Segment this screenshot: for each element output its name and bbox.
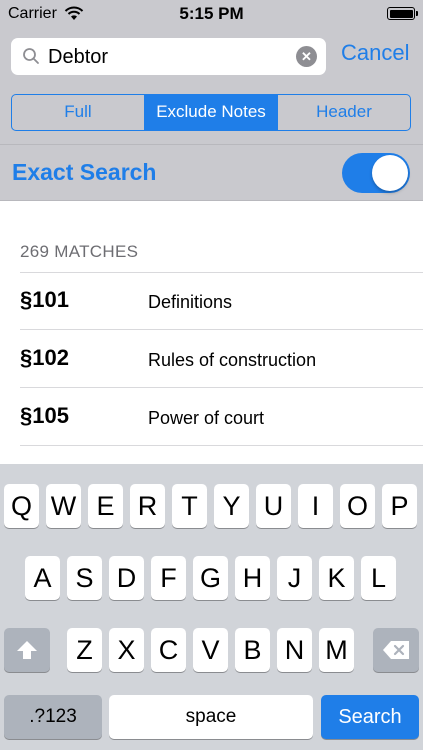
result-section: §102 [20,345,69,370]
key-r[interactable]: R [130,484,165,528]
status-time: 5:15 PM [179,4,244,23]
key-t[interactable]: T [172,484,207,528]
key-x[interactable]: X [109,628,144,672]
match-count: 269 MATCHES [20,242,139,261]
exact-search-toggle[interactable] [342,153,410,193]
key-e[interactable]: E [88,484,123,528]
key-v[interactable]: V [193,628,228,672]
key-f[interactable]: F [151,556,186,600]
key-l[interactable]: L [361,556,396,600]
result-title: Power of court [148,408,265,428]
result-row[interactable]: §102 Rules of construction [0,331,423,389]
key-i[interactable]: I [298,484,333,528]
result-title: Definitions [148,292,233,312]
key-o[interactable]: O [340,484,375,528]
numbers-key[interactable]: .?123 [4,695,102,739]
key-k[interactable]: K [319,556,354,600]
key-a[interactable]: A [25,556,60,600]
segment-full[interactable]: Full [12,95,145,130]
backspace-icon [383,641,409,659]
key-s[interactable]: S [67,556,102,600]
search-key[interactable]: Search [321,695,419,739]
segment-exclude-notes[interactable]: Exclude Notes [145,95,278,130]
battery-icon [387,7,418,20]
divider [20,329,423,330]
key-q[interactable]: Q [4,484,39,528]
space-key[interactable]: space [109,695,313,739]
search-icon [22,47,40,70]
key-p[interactable]: P [382,484,417,528]
shift-key[interactable] [4,628,50,672]
key-n[interactable]: N [277,628,312,672]
search-input[interactable]: Debtor ✕ [11,38,326,75]
key-g[interactable]: G [193,556,228,600]
key-b[interactable]: B [235,628,270,672]
shift-arrow-icon [17,641,37,659]
key-h[interactable]: H [235,556,270,600]
key-u[interactable]: U [256,484,291,528]
search-value: Debtor [48,46,109,68]
segment-header[interactable]: Header [278,95,410,130]
result-row[interactable]: §101 Definitions [0,273,423,331]
keyboard: Q W E R T Y U I O P A S D F G H J K L Z … [0,464,423,750]
result-section: §105 [20,403,69,428]
key-z[interactable]: Z [67,628,102,672]
exact-search-label: Exact Search [12,159,157,185]
status-bar: Carrier 5:15 PM [0,0,423,28]
exact-search-row: Exact Search [0,144,423,201]
toggle-knob [372,155,408,191]
divider [20,387,423,388]
key-w[interactable]: W [46,484,81,528]
divider [20,445,423,446]
key-j[interactable]: J [277,556,312,600]
delete-key[interactable] [373,628,419,672]
search-scope-segmented-control: Full Exclude Notes Header [11,94,411,131]
key-c[interactable]: C [151,628,186,672]
search-header: Debtor ✕ Cancel Full Exclude Notes Heade… [0,28,423,144]
key-d[interactable]: D [109,556,144,600]
result-title: Rules of construction [148,350,317,370]
clear-search-icon[interactable]: ✕ [296,46,317,67]
cancel-button[interactable]: Cancel [341,39,409,67]
key-m[interactable]: M [319,628,354,672]
result-section: §101 [20,287,69,312]
result-row[interactable]: §105 Power of court [0,389,423,447]
key-y[interactable]: Y [214,484,249,528]
